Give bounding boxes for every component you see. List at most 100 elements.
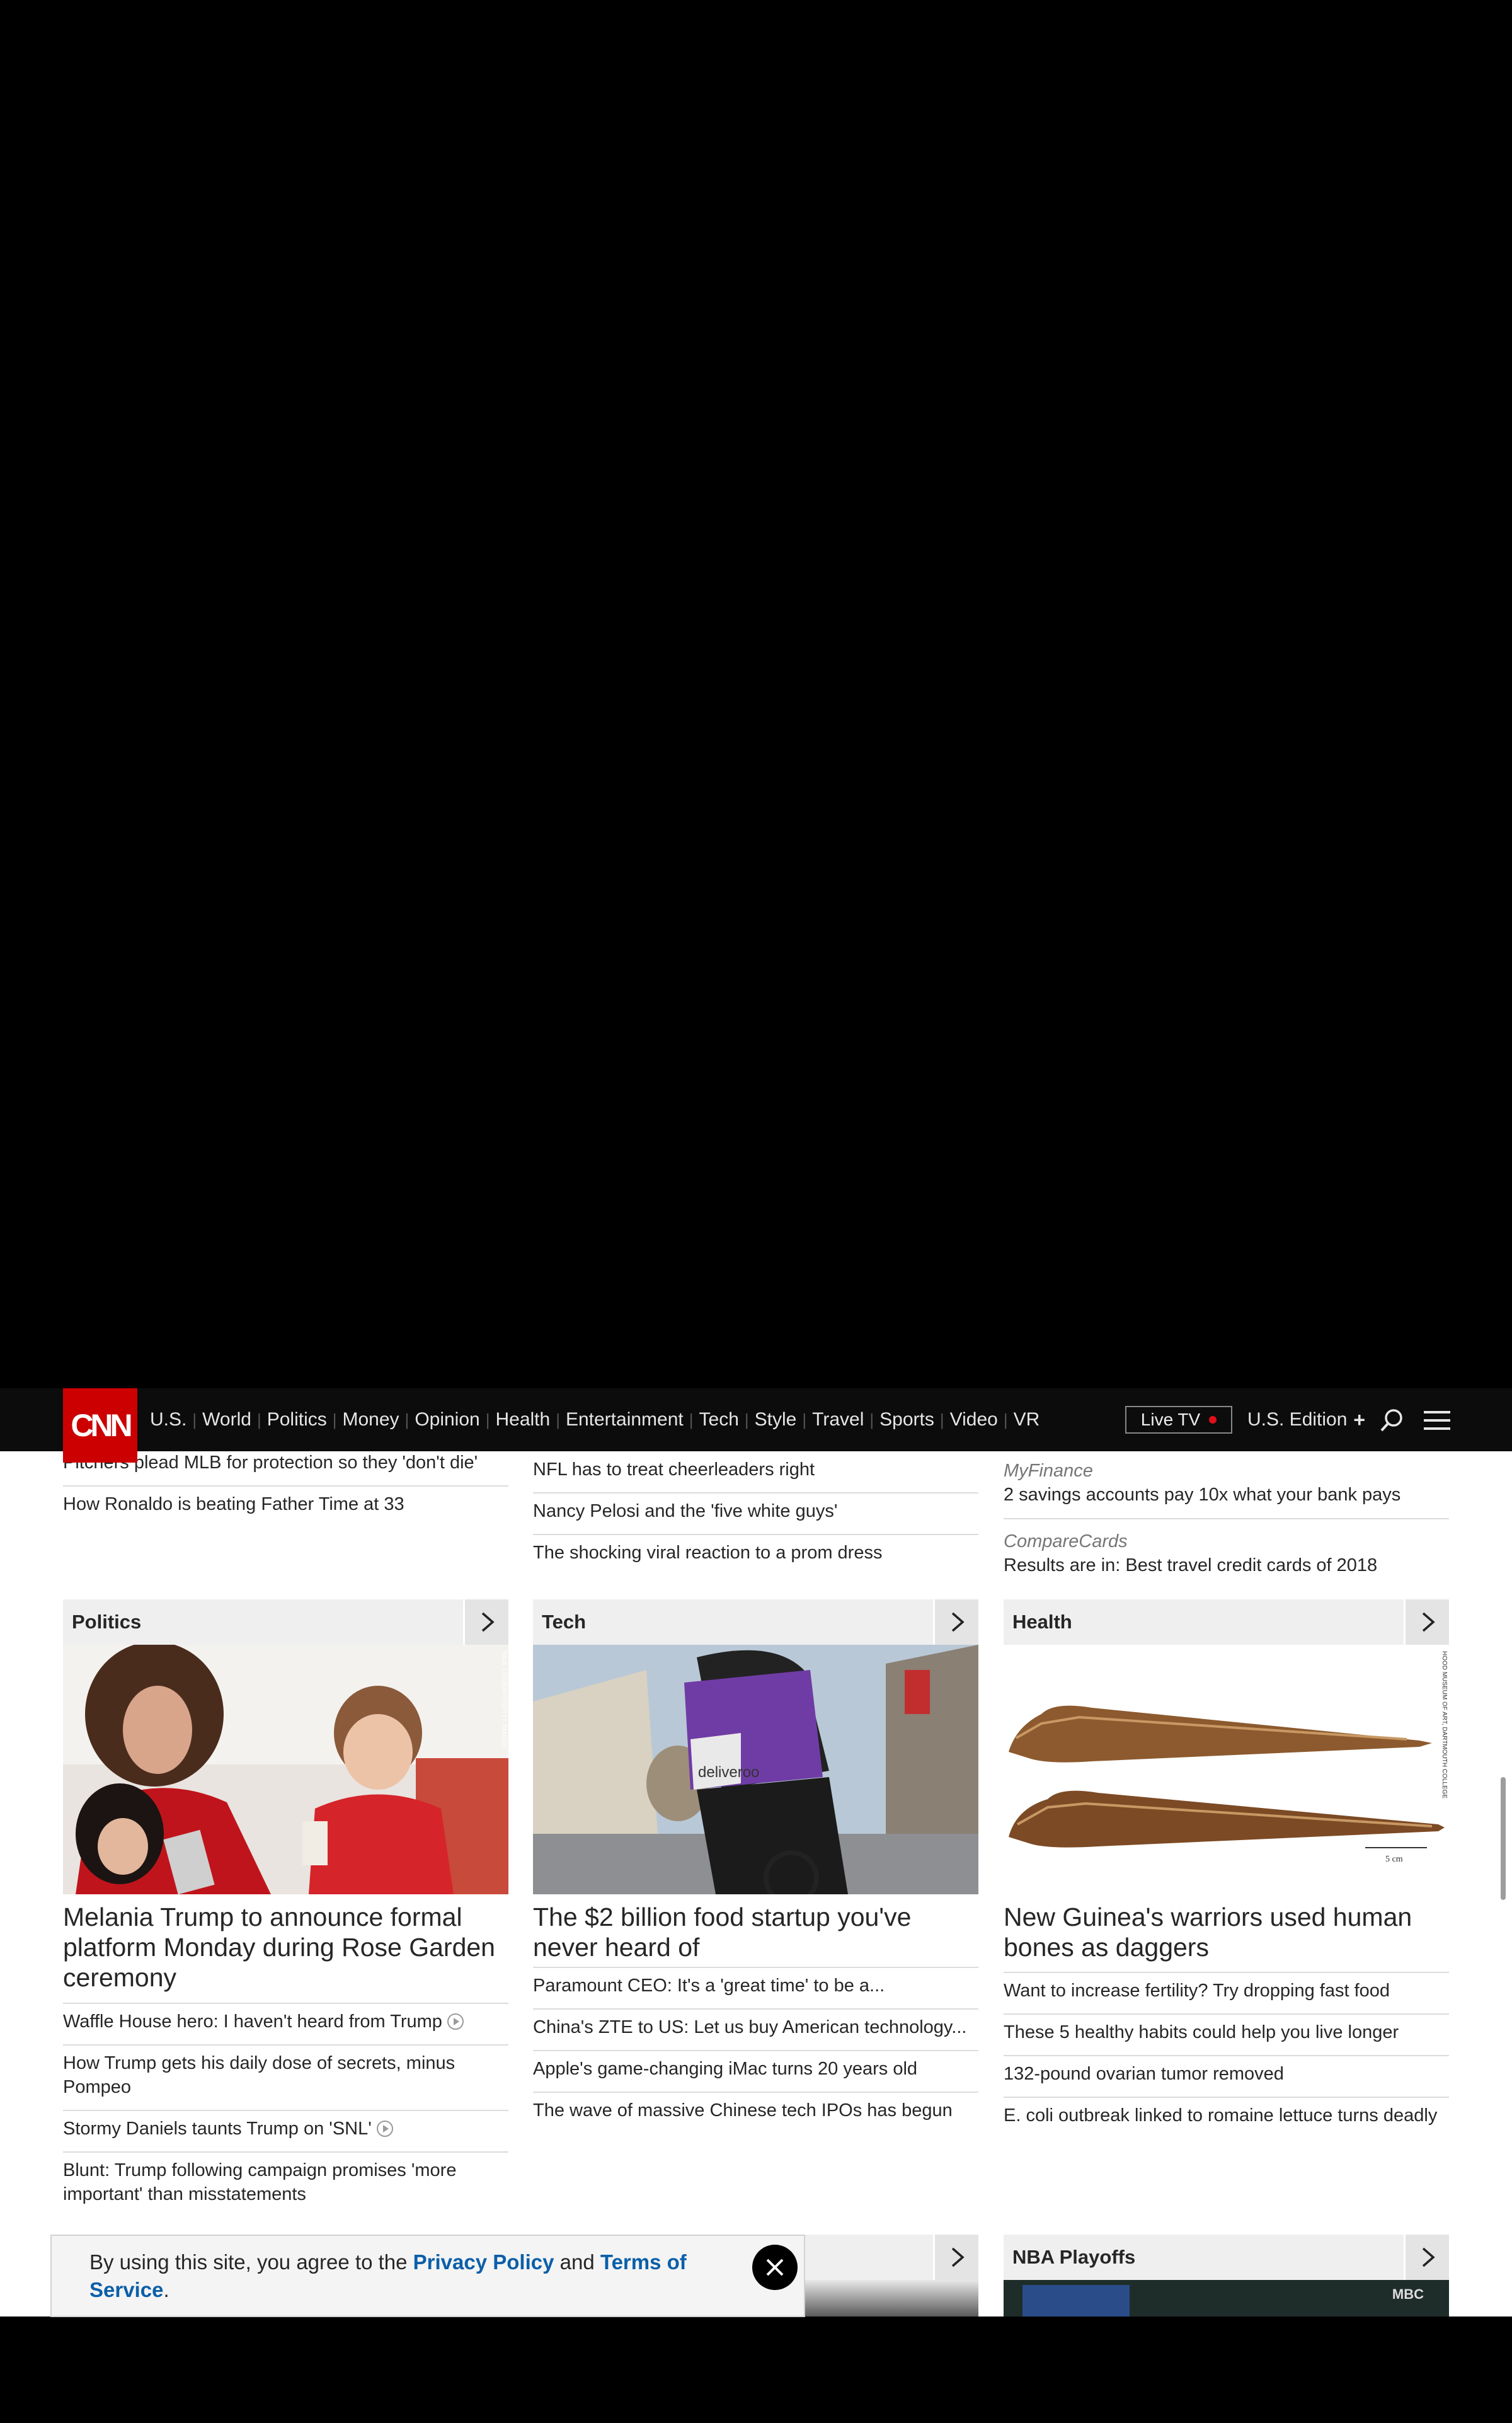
nav-divider: | — [332, 1410, 337, 1429]
sponsored-item[interactable]: CompareCards Results are in: Best travel… — [1004, 1519, 1449, 1577]
list-item[interactable]: The shocking viral reaction to a prom dr… — [533, 1535, 978, 1575]
nav-item-travel[interactable]: Travel — [812, 1409, 864, 1430]
tech-section-header[interactable]: Tech — [533, 1599, 978, 1645]
sponsor-source: CompareCards — [1004, 1531, 1128, 1551]
page-content: Pitchers plead MLB for protection so the… — [0, 1388, 1512, 2317]
list-item[interactable]: Stormy Daniels taunts Trump on 'SNL' — [63, 2111, 508, 2153]
cookie-message: By using this site, you agree to the Pri… — [89, 2248, 719, 2304]
entertainment-link-list: NFL has to treat cheerleaders right Nanc… — [533, 1449, 978, 1575]
list-item[interactable]: How Trump gets his daily dose of secrets… — [63, 2046, 508, 2111]
nav-item-health[interactable]: Health — [495, 1409, 550, 1430]
nav-item-us[interactable]: U.S. — [150, 1409, 186, 1430]
nba-section-image[interactable]: MBC — [1004, 2280, 1449, 2317]
nav-divider: | — [256, 1410, 261, 1429]
hamburger-menu-icon[interactable] — [1424, 1410, 1450, 1431]
sponsor-text: Results are in: Best travel credit cards… — [1004, 1555, 1378, 1575]
list-item[interactable]: Waffle House hero: I haven't heard from … — [63, 2004, 508, 2046]
health-headline[interactable]: New Guinea's warriors used human bones a… — [1004, 1902, 1449, 1962]
list-item[interactable]: How Ronaldo is beating Father Time at 33 — [63, 1487, 508, 1527]
list-item[interactable]: These 5 healthy habits could help you li… — [1004, 2015, 1449, 2056]
sponsor-text: 2 savings accounts pay 10x what your ban… — [1004, 1485, 1401, 1505]
nav-divider: | — [556, 1410, 560, 1429]
play-icon — [376, 2121, 393, 2137]
sponsored-item[interactable]: MyFinance 2 savings accounts pay 10x wha… — [1004, 1459, 1449, 1519]
nav-item-money[interactable]: Money — [343, 1409, 399, 1430]
nav-item-style[interactable]: Style — [755, 1409, 797, 1430]
scale-label: 5 cm — [1385, 1855, 1403, 1864]
edition-label: U.S. Edition — [1247, 1409, 1348, 1430]
chevron-right-icon[interactable] — [1404, 2235, 1449, 2280]
nav-divider: | — [869, 1410, 874, 1429]
close-button[interactable] — [752, 2245, 798, 2290]
plus-icon: + — [1353, 1408, 1366, 1431]
list-item[interactable]: China's ZTE to US: Let us buy American t… — [533, 2010, 978, 2051]
middle-section-header[interactable] — [805, 2235, 978, 2280]
health-section-header[interactable]: Health — [1004, 1599, 1449, 1645]
bag-logo-text: deliveroo — [698, 1764, 759, 1781]
section-title: Tech — [542, 1611, 587, 1633]
list-item[interactable]: Want to increase fertility? Try dropping… — [1004, 1973, 1449, 2015]
list-item[interactable]: NFL has to treat cheerleaders right — [533, 1450, 978, 1494]
middle-section-image[interactable] — [805, 2280, 978, 2317]
nav-divider: | — [404, 1410, 410, 1429]
nav-divider: | — [192, 1410, 197, 1429]
chevron-right-icon[interactable] — [463, 1599, 508, 1645]
politics-hero-image[interactable]: PAUL LOEB/AFP/GETTY IMAGES — [63, 1645, 508, 1894]
photo-credit: HOOD MUSEUM OF ART, DARTMOUTH COLLEGE — [1441, 1651, 1448, 1799]
nav-item-video[interactable]: Video — [950, 1409, 998, 1430]
live-tv-label: Live TV — [1140, 1410, 1201, 1429]
cookie-text: By using this site, you agree to the — [89, 2250, 413, 2274]
politics-section-header[interactable]: Politics — [63, 1599, 508, 1645]
privacy-policy-link[interactable]: Privacy Policy — [413, 2250, 554, 2274]
list-item[interactable]: Apple's game-changing iMac turns 20 year… — [533, 2051, 978, 2093]
list-item[interactable]: Nancy Pelosi and the 'five white guys' — [533, 1494, 978, 1535]
tech-hero-image[interactable]: deliveroo — [533, 1645, 978, 1894]
nav-divider: | — [744, 1410, 749, 1429]
list-item[interactable]: E. coli outbreak linked to romaine lettu… — [1004, 2098, 1449, 2138]
live-indicator-icon — [1209, 1416, 1217, 1424]
politics-headline[interactable]: Melania Trump to announce formal platfor… — [63, 1902, 508, 1993]
nav-divider: | — [485, 1410, 490, 1429]
tech-headline[interactable]: The $2 billion food startup you've never… — [533, 1902, 978, 1962]
list-item[interactable]: The wave of massive Chinese tech IPOs ha… — [533, 2093, 978, 2133]
section-title: NBA Playoffs — [1012, 2246, 1136, 2268]
chevron-right-icon[interactable] — [1404, 1599, 1449, 1645]
link-text: Stormy Daniels taunts Trump on 'SNL' — [63, 2119, 372, 2139]
nav-item-world[interactable]: World — [202, 1409, 251, 1430]
nav-item-tech[interactable]: Tech — [699, 1409, 739, 1430]
list-item[interactable]: 132-pound ovarian tumor removed — [1004, 2056, 1449, 2098]
nba-section-header[interactable]: NBA Playoffs — [1004, 2235, 1449, 2280]
close-icon — [766, 2259, 784, 2276]
chevron-right-icon[interactable] — [933, 1599, 978, 1645]
nav-links: U.S. | World | Politics | Money | Opinion | H… — [150, 1388, 1040, 1451]
health-hero-image[interactable]: 5 cm HOOD MUSEUM OF ART, DARTMOUTH COLLE… — [1004, 1645, 1449, 1894]
live-tv-button[interactable]: Live TV — [1125, 1406, 1232, 1434]
top-navigation: CNN U.S. | World | Politics | Money | Opinio… — [0, 1388, 1512, 1463]
scrollbar-thumb[interactable] — [1501, 1777, 1506, 1900]
sponsored-list: MyFinance 2 savings accounts pay 10x wha… — [1004, 1459, 1449, 1577]
list-item[interactable]: Blunt: Trump following campaign promises… — [63, 2153, 508, 2217]
politics-link-list: Waffle House hero: I haven't heard from … — [63, 2003, 508, 2217]
tech-link-list: Paramount CEO: It's a 'great time' to be… — [533, 1967, 978, 2133]
cookie-text: and — [554, 2250, 600, 2274]
section-title: Health — [1012, 1611, 1072, 1633]
nav-divider: | — [802, 1410, 807, 1429]
nav-divider: | — [1003, 1410, 1008, 1429]
chevron-right-icon[interactable] — [933, 2235, 978, 2280]
search-icon[interactable] — [1380, 1408, 1404, 1432]
nav-divider: | — [689, 1410, 694, 1429]
edition-selector[interactable]: U.S. Edition + — [1247, 1388, 1365, 1451]
photo-credit: PAUL LOEB/AFP/GETTY IMAGES — [500, 1651, 507, 1749]
nav-item-sports[interactable]: Sports — [879, 1409, 934, 1430]
cnn-logo[interactable]: CNN — [63, 1388, 137, 1463]
nav-item-entertainment[interactable]: Entertainment — [566, 1409, 684, 1430]
cookie-text: . — [163, 2278, 169, 2301]
link-text: Waffle House hero: I haven't heard from … — [63, 2011, 442, 2032]
section-title: Politics — [72, 1611, 142, 1633]
sponsor-source: MyFinance — [1004, 1461, 1093, 1481]
nav-item-vr[interactable]: VR — [1014, 1409, 1040, 1430]
list-item[interactable]: Paramount CEO: It's a 'great time' to be… — [533, 1968, 978, 2010]
health-link-list: Want to increase fertility? Try dropping… — [1004, 1972, 1449, 2138]
nav-item-politics[interactable]: Politics — [267, 1409, 327, 1430]
nav-item-opinion[interactable]: Opinion — [415, 1409, 479, 1430]
